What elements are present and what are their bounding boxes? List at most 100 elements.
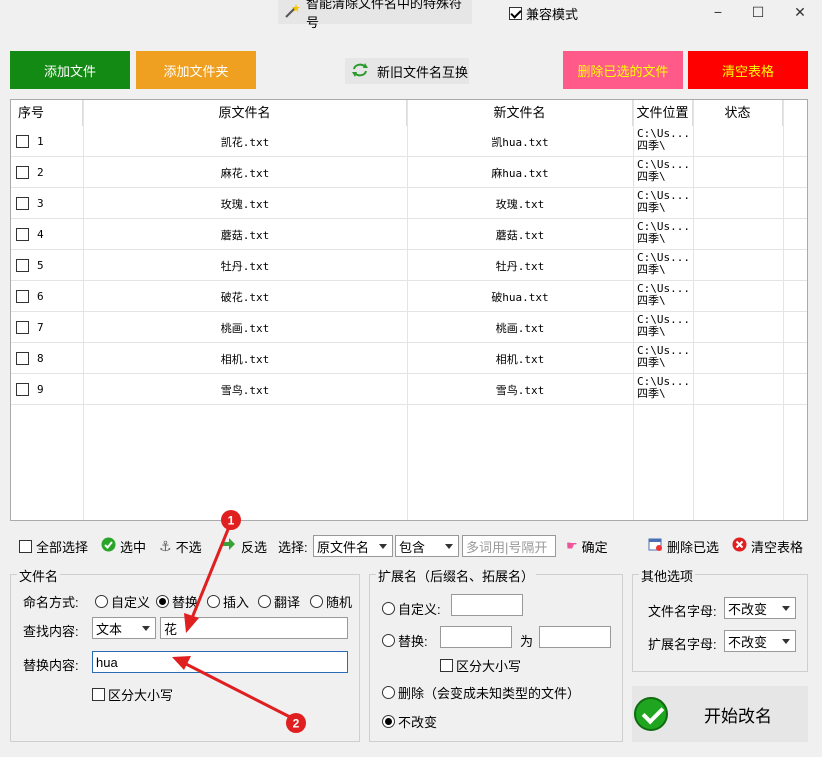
minimize-button[interactable]: − (708, 4, 728, 20)
ext-custom-input[interactable] (451, 594, 523, 616)
table-row[interactable]: 1 凯花.txt 凯hua.txt C:\Us... 四季\ (11, 126, 807, 157)
field-combo[interactable]: 原文件名 (313, 535, 393, 557)
add-folder-button[interactable]: 添加文件夹 (136, 51, 256, 89)
naming-mode-option[interactable]: 翻译 (258, 592, 300, 611)
replace-label: 替换内容: (23, 658, 79, 673)
compat-mode-toggle[interactable]: 兼容模式 (509, 4, 578, 23)
invert-button[interactable]: 反选 (221, 531, 267, 561)
delete-selected-button[interactable]: 删除已选 (648, 531, 719, 561)
row-select[interactable]: 4 (16, 219, 44, 250)
delete-selected-files-button[interactable]: 删除已选的文件 (563, 51, 683, 89)
filename-case-toggle[interactable]: 区分大小写 (92, 685, 173, 704)
row-checkbox[interactable] (16, 197, 29, 210)
ext-replace-to-input[interactable] (539, 626, 611, 648)
row-select[interactable]: 1 (16, 126, 44, 157)
keyword-input[interactable]: 多词用|号隔开 (462, 535, 556, 557)
row-status (693, 219, 783, 250)
row-checkbox[interactable] (16, 352, 29, 365)
row-checkbox[interactable] (16, 135, 29, 148)
row-select[interactable]: 6 (16, 281, 44, 312)
ext-custom-option[interactable]: 自定义: (382, 599, 441, 618)
swap-names-button[interactable]: 新旧文件名互换 (345, 58, 469, 84)
ext-replace-option[interactable]: 替换: (382, 631, 428, 650)
maximize-button[interactable]: ☐ (748, 4, 768, 20)
ext-delete-option[interactable]: 删除（会变成未知类型的文件） (382, 683, 580, 702)
file-table[interactable]: 序号 原文件名 新文件名 文件位置 状态 1 凯花.txt 凯hua.txt C:\U… (10, 99, 808, 521)
select-all-checkbox[interactable] (19, 539, 32, 553)
column-header-new-name[interactable]: 新文件名 (407, 100, 633, 126)
table-row[interactable]: 2 麻花.txt 麻hua.txt C:\Us... 四季\ (11, 157, 807, 188)
column-header-status[interactable]: 状态 (693, 100, 783, 126)
row-select[interactable]: 3 (16, 188, 44, 219)
close-button[interactable]: ✕ (790, 4, 810, 20)
ext-keep-option[interactable]: 不改变 (382, 712, 437, 731)
row-checkbox[interactable] (16, 290, 29, 303)
compat-checkbox[interactable] (509, 7, 522, 20)
table-row[interactable]: 8 相机.txt 相机.txt C:\Us... 四季\ (11, 343, 807, 374)
table-row[interactable]: 5 牡丹.txt 牡丹.txt C:\Us... 四季\ (11, 250, 807, 281)
ext-letter-case-label: 扩展名字母: (648, 637, 717, 652)
row-select[interactable]: 8 (16, 343, 44, 374)
table-row[interactable]: 4 蘑菇.txt 蘑菇.txt C:\Us... 四季\ (11, 219, 807, 250)
selection-bar: 全部选择 选中 ⚓ 不选 反选 选择: 原文件名 包含 多词用|号隔开 ☛ 确定… (10, 531, 808, 561)
naming-mode-option[interactable]: 随机 (310, 592, 352, 611)
magic-clean-button[interactable]: 智能清除文件名中的特殊符号 (278, 0, 472, 30)
ext-delete-radio[interactable] (382, 686, 395, 699)
row-old-name: 破花.txt (220, 290, 270, 304)
clear-table-button[interactable]: 清空表格 (688, 51, 808, 89)
bottom-strip (0, 745, 822, 757)
row-select[interactable]: 9 (16, 374, 44, 405)
add-file-button[interactable]: 添加文件 (10, 51, 130, 89)
naming-mode-radio[interactable] (207, 595, 220, 608)
column-header-location[interactable]: 文件位置 (633, 100, 693, 126)
anchor-icon: ⚓ (159, 537, 172, 554)
naming-mode-radio[interactable] (95, 595, 108, 608)
table-row[interactable]: 7 桃画.txt 桃画.txt C:\Us... 四季\ (11, 312, 807, 343)
delete-selected-label: 删除已选 (667, 539, 720, 555)
clear-table-small-button[interactable]: 清空表格 (732, 531, 803, 561)
table-row[interactable]: 6 破花.txt 破hua.txt C:\Us... 四季\ (11, 281, 807, 312)
select-button[interactable]: 选中 (101, 531, 146, 561)
row-checkbox[interactable] (16, 259, 29, 272)
row-checkbox[interactable] (16, 228, 29, 241)
naming-mode-option[interactable]: 插入 (207, 592, 249, 611)
mode-combo[interactable]: 包含 (395, 535, 459, 557)
row-status (693, 312, 783, 343)
naming-mode-option[interactable]: 替换 (156, 592, 198, 611)
replace-input[interactable]: hua (92, 651, 348, 673)
column-header-no[interactable]: 序号 (11, 100, 83, 126)
row-select[interactable]: 5 (16, 250, 44, 281)
ext-replace-radio[interactable] (382, 634, 395, 647)
column-header-old-name[interactable]: 原文件名 (83, 100, 407, 126)
chevron-down-icon (142, 626, 150, 631)
row-checkbox[interactable] (16, 383, 29, 396)
filename-case-checkbox[interactable] (92, 688, 105, 701)
ext-case-checkbox[interactable] (440, 659, 453, 672)
naming-mode-radio[interactable] (310, 595, 323, 608)
ext-keep-radio[interactable] (382, 715, 395, 728)
select-all-toggle[interactable]: 全部选择 (19, 531, 88, 561)
row-checkbox[interactable] (16, 166, 29, 179)
name-case-combo[interactable]: 不改变 (724, 597, 796, 619)
row-select[interactable]: 2 (16, 157, 44, 188)
find-type-combo[interactable]: 文本 (92, 617, 156, 639)
ext-custom-radio[interactable] (382, 602, 395, 615)
row-old-name: 玫瑰.txt (220, 197, 270, 211)
table-row[interactable]: 9 雪鸟.txt 雪鸟.txt C:\Us... 四季\ (11, 374, 807, 405)
start-rename-button[interactable]: 开始改名 (632, 686, 808, 742)
naming-mode-option[interactable]: 自定义 (95, 592, 150, 611)
row-number: 5 (37, 259, 44, 272)
naming-mode-radio[interactable] (156, 595, 169, 608)
naming-mode-radio[interactable] (258, 595, 271, 608)
deselect-button[interactable]: ⚓ 不选 (159, 531, 202, 561)
table-row[interactable]: 3 玫瑰.txt 玫瑰.txt C:\Us... 四季\ (11, 188, 807, 219)
row-select[interactable]: 7 (16, 312, 44, 343)
ext-replace-from-input[interactable] (440, 626, 512, 648)
ext-letter-case-combo[interactable]: 不改变 (724, 630, 796, 652)
row-checkbox[interactable] (16, 321, 29, 334)
confirm-button[interactable]: ☛ 确定 (566, 531, 608, 561)
chevron-down-icon (782, 606, 790, 611)
ext-case-toggle[interactable]: 区分大小写 (440, 656, 521, 675)
find-input[interactable]: 花 (160, 617, 348, 639)
row-new-name: 蘑菇.txt (495, 228, 545, 242)
